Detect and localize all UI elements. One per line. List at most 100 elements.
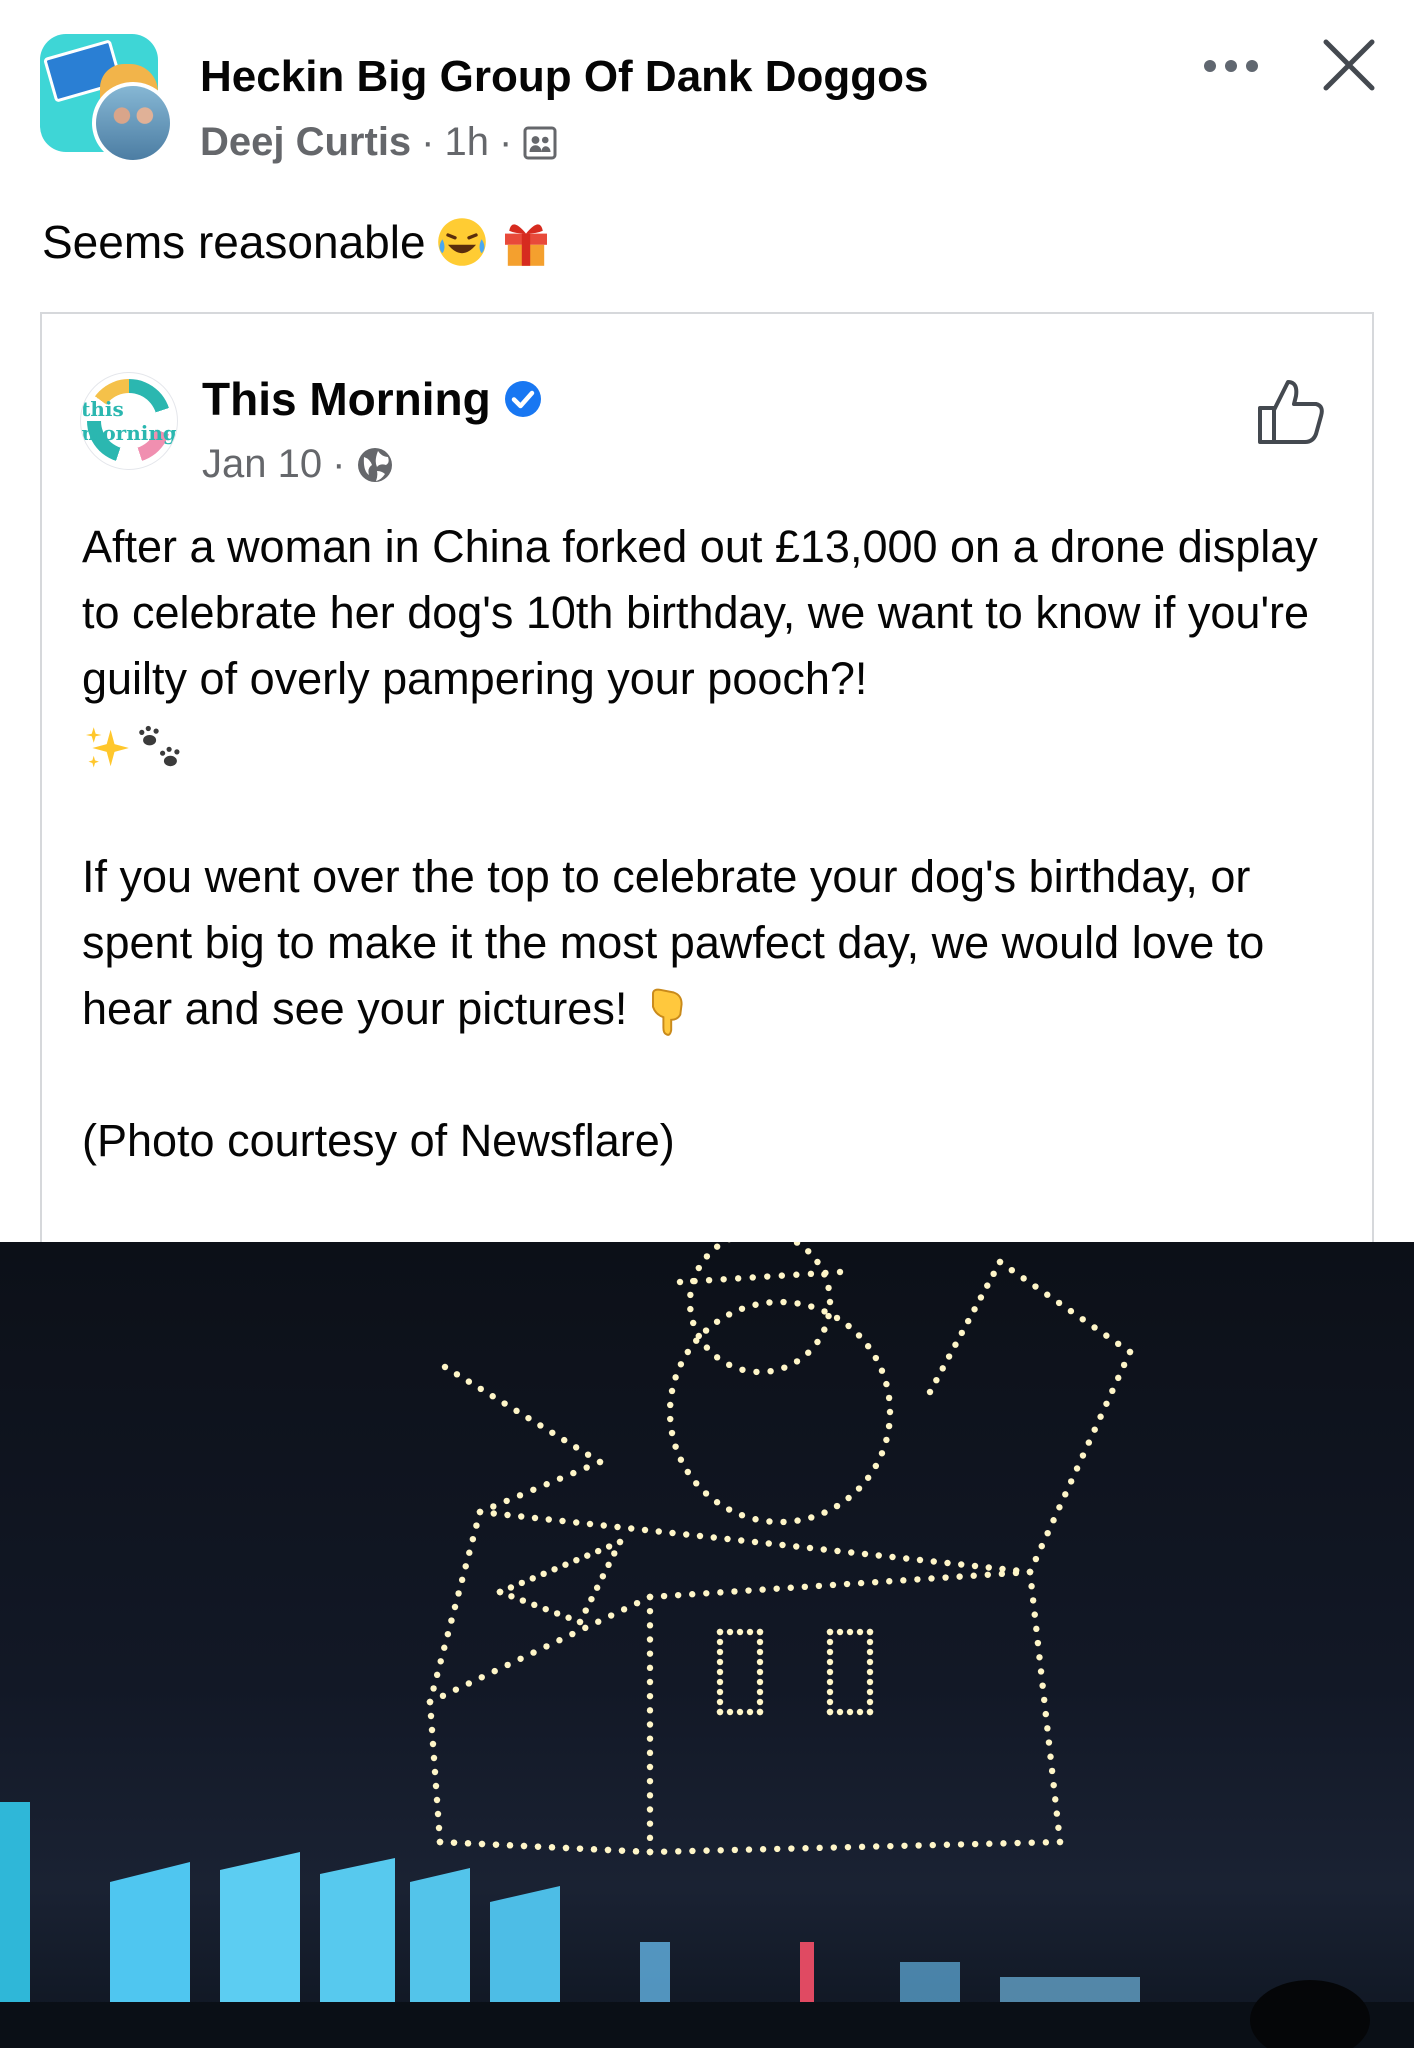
drone-light-dot (519, 1597, 527, 1604)
drone-light-dot (559, 1517, 566, 1525)
drone-light-dot (825, 1312, 832, 1320)
drone-light-dot (834, 1547, 841, 1555)
drone-light-dot (873, 1843, 880, 1850)
drone-light-dot (562, 1844, 570, 1852)
drone-light-dot (437, 1658, 444, 1665)
drone-light-dot (478, 1840, 486, 1848)
drone-light-dot (1048, 1767, 1056, 1775)
drone-light-dot (684, 1348, 692, 1356)
drone-light-dot (573, 1556, 580, 1564)
drone-light-dot (716, 1698, 724, 1706)
drone-light-dot (556, 1475, 564, 1482)
drone-light-dot (646, 1792, 654, 1799)
drone-light-dot (858, 1843, 866, 1851)
more-options-button[interactable] (1196, 36, 1266, 96)
drone-light-dot (439, 1692, 447, 1700)
drone-light-dot (693, 1480, 700, 1487)
drone-light-dot (716, 1668, 724, 1676)
drone-light-dot (845, 1322, 852, 1330)
group-name[interactable]: Heckin Big Group Of Dank Doggos (200, 52, 929, 102)
like-page-button[interactable] (1250, 372, 1330, 452)
drone-light-dot (677, 1456, 685, 1463)
more-icon (1204, 60, 1258, 72)
drone-light-dot (669, 1529, 676, 1537)
drone-light-dot (885, 1422, 893, 1430)
drone-light-dot (430, 1754, 438, 1762)
drone-light-dot (1031, 1611, 1038, 1618)
drone-light-dot (1079, 1452, 1087, 1459)
globe-icon (358, 447, 393, 482)
group-members-icon (523, 126, 557, 159)
drone-light-dot (436, 1838, 444, 1846)
drone-light-dot (970, 1572, 977, 1579)
drone-light-dot (756, 1668, 764, 1676)
drone-light-dot (551, 1566, 558, 1573)
drone-light-dot (749, 1274, 756, 1281)
gift-emoji-icon (504, 224, 547, 266)
meta-separator: · (499, 120, 513, 164)
drone-light-dot (1036, 1654, 1043, 1661)
drone-light-dot (914, 1576, 921, 1583)
drone-light-dot (434, 1810, 442, 1818)
drone-light-dot (778, 1272, 786, 1279)
shared-post-date[interactable]: Jan 10 (202, 442, 322, 487)
drone-light-dot (478, 1674, 485, 1681)
author-name[interactable]: Deej Curtis (200, 120, 411, 165)
drone-light-dot (829, 1581, 837, 1589)
drone-light-dot (576, 1618, 584, 1626)
paragraph-3-text: (Photo courtesy of Newsflare) (82, 1115, 675, 1166)
drone-light-dot (745, 1846, 753, 1853)
close-button[interactable] (1314, 30, 1384, 100)
drone-light-dot (703, 1253, 711, 1260)
drone-light-dot (516, 1492, 524, 1499)
drone-light-dot (985, 1564, 992, 1571)
drone-light-dot (1056, 1504, 1063, 1511)
drone-light-dot (871, 1578, 879, 1586)
drone-light-dot (1055, 1299, 1063, 1307)
drone-light-dot (725, 1361, 733, 1369)
drone-light-dot (465, 1378, 473, 1385)
drone-light-dot (788, 1845, 795, 1852)
drone-light-dot (780, 1518, 787, 1526)
city-skyline (0, 1802, 1414, 2048)
drone-light-dot (764, 1273, 771, 1280)
drone-light-dot (887, 1842, 894, 1850)
drone-light-dot (473, 1522, 480, 1529)
drone-light-dot (586, 1520, 594, 1528)
drone-light-dot (901, 1842, 908, 1849)
page-name[interactable]: This Morning (202, 372, 491, 426)
drone-light-dot (667, 1415, 674, 1423)
drone-light-dot (826, 1298, 834, 1306)
drone-light-dot (998, 1570, 1006, 1578)
drone-light-dot (767, 1367, 774, 1375)
drone-light-dot (430, 1685, 437, 1692)
drone-light-dot (702, 1490, 710, 1497)
drone-light-dot (702, 1327, 710, 1334)
drone-light-dot (429, 1740, 437, 1748)
drone-light-dot (1056, 1838, 1064, 1846)
drone-light-show-image[interactable] (0, 1242, 1414, 2048)
page-avatar[interactable]: this morning (80, 372, 178, 470)
author-avatar[interactable] (92, 82, 174, 164)
drone-light-dot (605, 1543, 613, 1550)
shared-post-card[interactable]: this morning This Morning Jan 10 · After… (40, 312, 1374, 1242)
drone-light-dot (866, 1698, 874, 1706)
drone-light-dot (821, 1509, 828, 1516)
drone-light-dot (846, 1628, 854, 1636)
drone-light-dot (431, 1768, 439, 1776)
drone-light-dot (878, 1367, 886, 1374)
drone-light-dot (441, 1644, 448, 1651)
drone-light-dot (843, 1580, 851, 1588)
drone-light-dot (1047, 1753, 1054, 1760)
drone-light-dot (576, 1845, 584, 1852)
drone-light-dot (433, 1796, 441, 1804)
post-time[interactable]: 1h (445, 120, 490, 165)
drone-light-dot (1052, 1796, 1059, 1803)
drone-light-dot (492, 1841, 500, 1848)
drone-light-dot (990, 1270, 997, 1278)
drone-light-dot (943, 1841, 951, 1848)
drone-light-dot (830, 1844, 837, 1851)
drone-light-dot (872, 1354, 880, 1362)
drone-light-dot (646, 1692, 654, 1700)
drone-light-dot (646, 1707, 654, 1714)
